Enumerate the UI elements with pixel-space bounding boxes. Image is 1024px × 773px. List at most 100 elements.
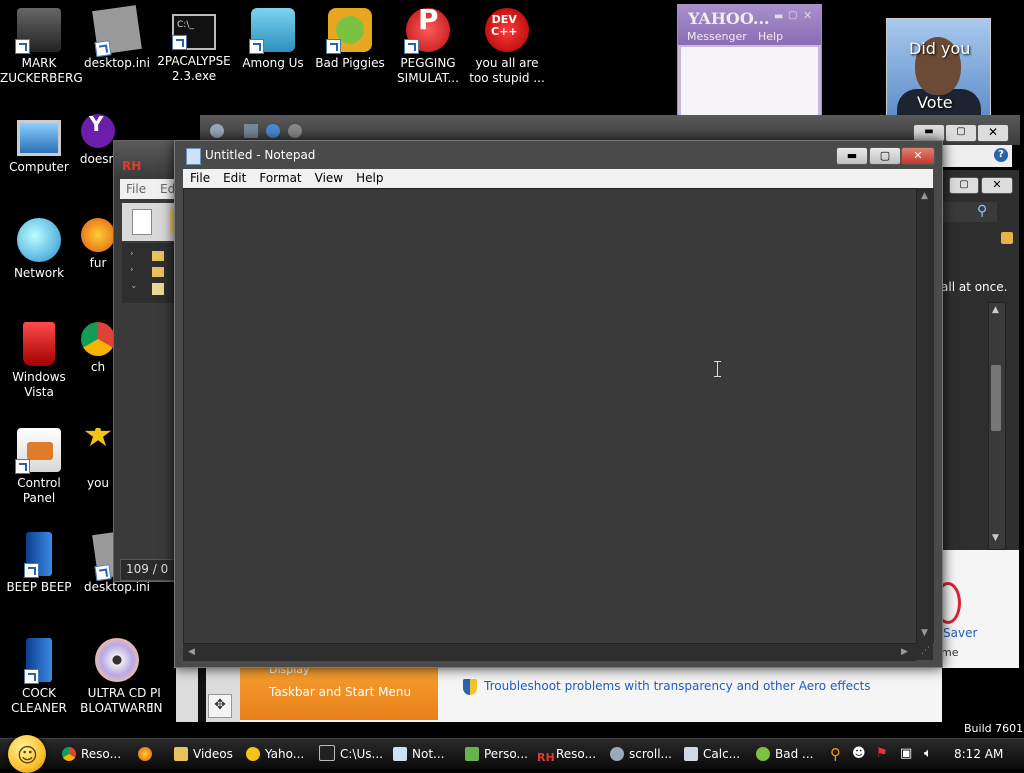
help-icon[interactable]: ? [994, 148, 1008, 162]
taskbar-label: Not... [412, 747, 445, 761]
desktop-icon-desktop-ini[interactable]: desktop.ini [78, 5, 156, 71]
save-icon[interactable] [244, 124, 258, 138]
desktop-icon-pegging-simulator[interactable]: P PEGGING SIMULAT... [389, 6, 467, 86]
maximize-button[interactable]: ▢ [949, 177, 979, 194]
taskbar-item-personalization[interactable]: Perso... [465, 739, 528, 769]
horizontal-scrollbar[interactable]: ◀ ▶ [183, 643, 916, 661]
menu-file[interactable]: File [183, 169, 216, 185]
explorer-menu-file[interactable]: File [126, 182, 146, 196]
taskbar-item-yahoo[interactable]: Yaho... [246, 739, 304, 769]
desktop-icon-beep-beep[interactable]: BEEP BEEP [0, 532, 78, 595]
close-button[interactable]: ✕ [981, 177, 1013, 194]
taskbar-item-chrome[interactable]: Reso... [62, 739, 121, 769]
taskbar-start-menu-link[interactable]: Taskbar and Start Menu [269, 685, 411, 699]
scroll-up-icon[interactable]: ▲ [921, 191, 928, 201]
minimize-button[interactable]: ▬ [836, 147, 868, 165]
new-file-icon[interactable] [132, 209, 152, 235]
notepad-window[interactable]: Untitled - Notepad ▬ ▢ ✕ File Edit Format V… [174, 140, 943, 668]
scroll-down-icon[interactable]: ▼ [921, 628, 928, 638]
messenger-tray-icon[interactable]: ☻ [852, 739, 866, 769]
vote-gadget[interactable]: Did you Vote [886, 18, 991, 116]
taskbar-item-videos[interactable]: Videos [174, 739, 233, 769]
screensaver-area: Saver me [935, 550, 1019, 668]
scroll-up-icon[interactable]: ▲ [992, 305, 999, 315]
scroll-down-icon[interactable]: ▼ [992, 533, 999, 543]
menu-help[interactable]: Help [349, 169, 389, 185]
menu-format[interactable]: Format [252, 169, 307, 185]
folder-icon[interactable] [152, 283, 164, 295]
desktop-icon-partial[interactable]: PI IN [150, 638, 176, 716]
desktop-icon-chrome[interactable]: ch [78, 322, 118, 375]
undo-icon[interactable] [266, 124, 280, 138]
taskbar-label: Reso... [81, 747, 122, 761]
desktop-icon-yahoo[interactable]: Y doesn [78, 114, 118, 167]
minimize-icon[interactable]: ▬ [774, 11, 783, 22]
desktop-icon-firefox[interactable]: fur [78, 218, 118, 271]
vertical-scrollbar[interactable]: ▲ ▼ [916, 188, 934, 643]
desktop-icon-bad-piggies[interactable]: Bad Piggies [311, 8, 389, 71]
notepad-titlebar[interactable]: Untitled - Notepad ▬ ▢ ✕ [175, 141, 942, 169]
taskbar-item-firefox[interactable] [138, 739, 157, 769]
desktop-icon-dev-cpp[interactable]: DEV C++ you all are too stupid ... [468, 8, 546, 86]
search-icon[interactable]: ⚲ [830, 739, 841, 769]
close-icon[interactable]: ✕ [803, 9, 812, 22]
desktop-icon-label: MARK ZUCKERBERG [0, 56, 83, 85]
menu-view[interactable]: View [308, 169, 349, 185]
desktop-icon-control-panel[interactable]: Control Panel [0, 428, 78, 506]
troubleshoot-link[interactable]: Troubleshoot problems with transparency … [484, 679, 871, 693]
resize-grip[interactable]: ⋰ [916, 643, 933, 660]
taskbar-item-notepad[interactable]: Not... [393, 739, 444, 769]
redo-icon[interactable] [288, 124, 302, 138]
close-button[interactable]: ✕ [977, 124, 1009, 142]
search-field[interactable]: ⚲ [941, 202, 997, 222]
close-button[interactable]: ✕ [901, 147, 935, 165]
maximize-button[interactable]: ▢ [945, 124, 977, 142]
taskbar-item-rh[interactable]: RHReso... [537, 739, 596, 769]
folder-icon[interactable] [152, 267, 164, 277]
vertical-scrollbar[interactable]: ▲ ▼ [988, 302, 1006, 550]
network-tray-icon[interactable]: ▣ [900, 739, 912, 769]
resource-window-fragment[interactable]: ▢ ✕ ⚲ all at once. ▲ ▼ [941, 170, 1019, 550]
taskbar-item-paint[interactable]: scroll... [610, 739, 672, 769]
taskbar-item-calculator[interactable]: Calc... [684, 739, 740, 769]
desktop-icon-among-us[interactable]: Among Us [234, 8, 312, 71]
taskbar-item-cmd[interactable]: C:\Us... [319, 739, 383, 769]
taskbar-item-bad-piggies[interactable]: Bad ... [756, 739, 813, 769]
move-icon[interactable]: ✥ [208, 694, 232, 718]
yahoo-body [681, 47, 818, 115]
smiley-icon: ☺ [17, 743, 38, 767]
taskbar-clock[interactable]: 8:12 AM [954, 739, 1003, 769]
gadget-text-2: Vote [917, 93, 953, 112]
desktop-icon-windows-vista[interactable]: Windows Vista [0, 322, 78, 400]
chevron-right-icon[interactable]: › [130, 265, 134, 275]
maximize-button[interactable]: ▢ [869, 147, 901, 165]
desktop-icon-ultra-cd[interactable]: ULTRA CD BLOATWARE [78, 638, 156, 716]
volume-icon[interactable]: 🔈︎ [924, 739, 932, 769]
search-icon[interactable]: ⚲ [977, 203, 987, 219]
notepad-text-area[interactable] [183, 188, 918, 645]
chevron-down-icon[interactable]: ⌄ [130, 281, 138, 291]
control-panel-icon [15, 428, 61, 474]
desktop-icon-star[interactable]: ★ you [78, 428, 118, 491]
desktop-icon-computer[interactable]: Computer [0, 114, 78, 175]
desktop-icon-mark-zuckerberg[interactable]: MARK ZUCKERBERG [0, 8, 83, 86]
taskbar-label: C:\Us... [340, 747, 383, 761]
paint-icon[interactable] [210, 124, 224, 138]
yahoo-menu-messenger[interactable]: Messenger [687, 30, 747, 43]
folder-icon[interactable] [152, 251, 164, 261]
desktop-icon-2pacalypse[interactable]: C:\_ 2PACALYPSE 2.3.exe [155, 8, 233, 84]
chevron-right-icon[interactable]: › [130, 249, 134, 259]
screensaver-label[interactable]: Saver [943, 626, 977, 640]
action-center-icon[interactable]: ⚑ [876, 739, 888, 769]
scroll-left-icon[interactable]: ◀ [188, 647, 195, 657]
menu-edit[interactable]: Edit [216, 169, 252, 185]
desktop-icon-cock-cleaner[interactable]: COCK CLEANER [0, 638, 78, 716]
side-panel: ✥ [176, 666, 240, 722]
scroll-thumb[interactable] [991, 365, 1001, 431]
maximize-icon[interactable]: ▢ [788, 10, 797, 21]
start-button[interactable]: ☺ [8, 735, 46, 773]
desktop-icon-network[interactable]: Network [0, 218, 78, 281]
yahoo-menu-help[interactable]: Help [758, 30, 783, 43]
yahoo-messenger-window[interactable]: YAHOO... ▬ ▢ ✕ Messenger Help [677, 4, 822, 116]
scroll-right-icon[interactable]: ▶ [901, 647, 908, 657]
